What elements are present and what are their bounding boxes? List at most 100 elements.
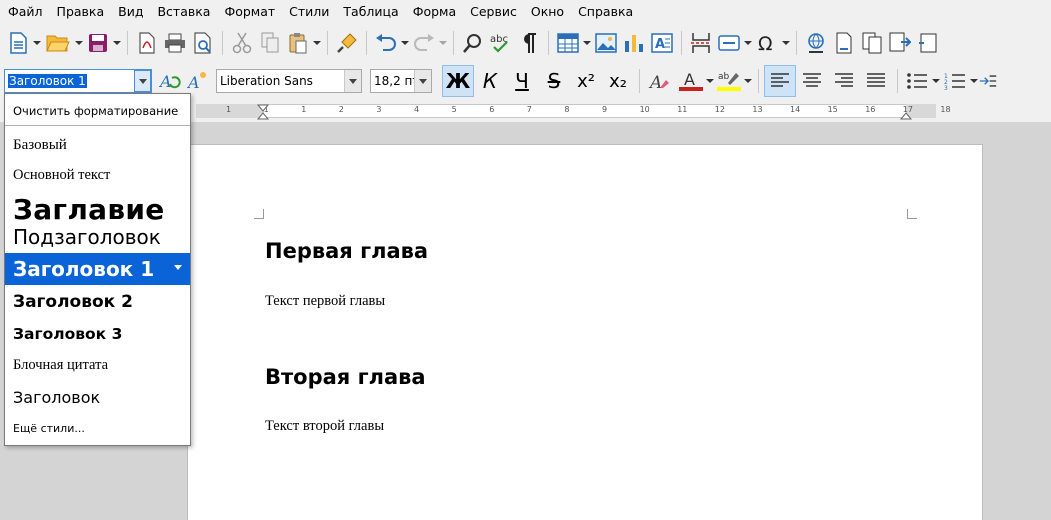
clone-formatting-icon[interactable] [333,28,361,58]
insert-comment-icon[interactable] [886,28,914,58]
menu-help[interactable]: Справка [572,0,641,24]
insert-frame-icon[interactable] [914,28,942,58]
insert-endnote-icon[interactable] [858,28,886,58]
ruler-number: 4 [414,105,420,114]
find-replace-icon[interactable] [459,28,487,58]
undo-dropdown-icon[interactable] [400,28,410,58]
unordered-list-icon[interactable] [903,66,931,96]
justify-button[interactable] [860,65,892,97]
document-page[interactable]: Первая глава Текст первой главы Вторая г… [187,144,983,520]
align-center-button[interactable] [796,65,828,97]
paste-dropdown-icon[interactable] [312,28,322,58]
more-styles-item[interactable]: Ещё стили... [5,418,190,440]
table-dropdown-icon[interactable] [582,28,592,58]
align-right-button[interactable] [828,65,860,97]
insert-footnote-icon[interactable] [830,28,858,58]
document-paragraph-2[interactable]: Текст второй главы [265,418,384,435]
cut-icon[interactable] [228,28,256,58]
highlight-color-icon[interactable]: ab [715,66,743,96]
style-item-basic[interactable]: Базовый [5,132,190,158]
field-dropdown-icon[interactable] [743,28,753,58]
document-heading-2[interactable]: Вторая глава [265,365,426,389]
clear-formatting-item[interactable]: Очистить форматирование [5,100,190,122]
underline-button[interactable]: Ч [506,65,538,97]
insert-textbox-icon[interactable]: A [648,28,676,58]
menu-insert[interactable]: Вставка [151,0,218,24]
special-character-icon[interactable]: Ω [753,28,781,58]
style-item-subtitle[interactable]: Подзаголовок [5,224,190,250]
font-color-dropdown-icon[interactable] [705,66,715,96]
save-dropdown-icon[interactable] [112,28,122,58]
redo-dropdown-icon[interactable] [438,28,448,58]
ordered-list-icon[interactable]: 123 [941,66,969,96]
print-icon[interactable] [161,28,189,58]
style-item-title[interactable]: Заглавие [5,192,190,228]
insert-image-icon[interactable] [592,28,620,58]
save-icon[interactable] [84,28,112,58]
export-pdf-icon[interactable] [133,28,161,58]
style-item-block-quote[interactable]: Блочная цитата [5,351,190,379]
font-size-value[interactable]: 18,2 пт [371,74,414,88]
highlight-color-dropdown-icon[interactable] [743,66,753,96]
open-dropdown-icon[interactable] [74,28,84,58]
subscript-button[interactable]: x₂ [602,65,634,97]
spellcheck-icon[interactable]: abc [487,28,515,58]
insert-page-break-icon[interactable] [687,28,715,58]
insert-hyperlink-icon[interactable] [802,28,830,58]
menu-view[interactable]: Вид [112,0,151,24]
paragraph-style-dropdown-button[interactable] [134,70,151,92]
superscript-button[interactable]: x² [570,65,602,97]
new-document-icon[interactable] [4,28,32,58]
menu-window[interactable]: Окно [525,0,572,24]
special-character-dropdown-icon[interactable] [781,28,791,58]
font-color-icon[interactable]: A [677,66,705,96]
indent-marker-icon[interactable] [257,104,269,120]
separator [548,31,549,55]
align-left-button[interactable] [764,65,796,97]
insert-chart-icon[interactable] [620,28,648,58]
paragraph-style-dropdown: Очистить форматирование Базовый Основной… [4,93,191,446]
print-preview-icon[interactable] [189,28,217,58]
bold-button[interactable]: Ж [442,65,474,97]
update-style-icon[interactable]: A [156,66,184,96]
style-item-heading-1[interactable]: Заголовок 1 [5,253,190,285]
right-indent-marker-icon[interactable] [900,104,912,120]
insert-table-icon[interactable] [554,28,582,58]
new-style-icon[interactable]: A [184,66,212,96]
menu-form[interactable]: Форма [407,0,464,24]
style-item-heading-3[interactable]: Заголовок 3 [5,320,190,348]
font-size-combo[interactable]: 18,2 пт [370,69,432,93]
paste-icon[interactable] [284,28,312,58]
menu-styles[interactable]: Стили [283,0,337,24]
document-heading-1[interactable]: Первая глава [265,239,428,263]
strikethrough-button[interactable]: S [538,65,570,97]
copy-icon[interactable] [256,28,284,58]
font-name-value[interactable]: Liberation Sans [217,74,344,88]
formatting-marks-icon[interactable] [515,28,543,58]
paragraph-style-combo[interactable]: Заголовок 1 [4,69,152,93]
font-name-combo[interactable]: Liberation Sans [216,69,362,93]
unordered-list-dropdown-icon[interactable] [931,66,941,96]
clear-direct-formatting-icon[interactable]: A [645,66,673,96]
undo-icon[interactable] [372,28,400,58]
paragraph-style-value[interactable]: Заголовок 1 [8,74,87,88]
svg-text:A: A [655,37,665,52]
menu-format[interactable]: Формат [218,0,283,24]
style-item-heading[interactable]: Заголовок [5,384,190,412]
open-folder-icon[interactable] [42,28,74,58]
new-dropdown-icon[interactable] [32,28,42,58]
style-item-heading-2[interactable]: Заголовок 2 [5,288,190,316]
menu-file[interactable]: Файл [2,0,51,24]
style-item-body-text[interactable]: Основной текст [5,162,190,188]
ordered-list-dropdown-icon[interactable] [969,66,979,96]
menu-table[interactable]: Таблица [337,0,406,24]
insert-field-icon[interactable] [715,28,743,58]
menu-tools[interactable]: Сервис [464,0,525,24]
font-name-dropdown-button[interactable] [344,70,361,92]
redo-icon[interactable] [410,28,438,58]
document-paragraph-1[interactable]: Текст первой главы [265,293,385,310]
italic-button[interactable]: К [474,65,506,97]
font-size-dropdown-button[interactable] [414,70,431,92]
increase-indent-icon[interactable] [979,66,997,96]
menu-edit[interactable]: Правка [51,0,113,24]
